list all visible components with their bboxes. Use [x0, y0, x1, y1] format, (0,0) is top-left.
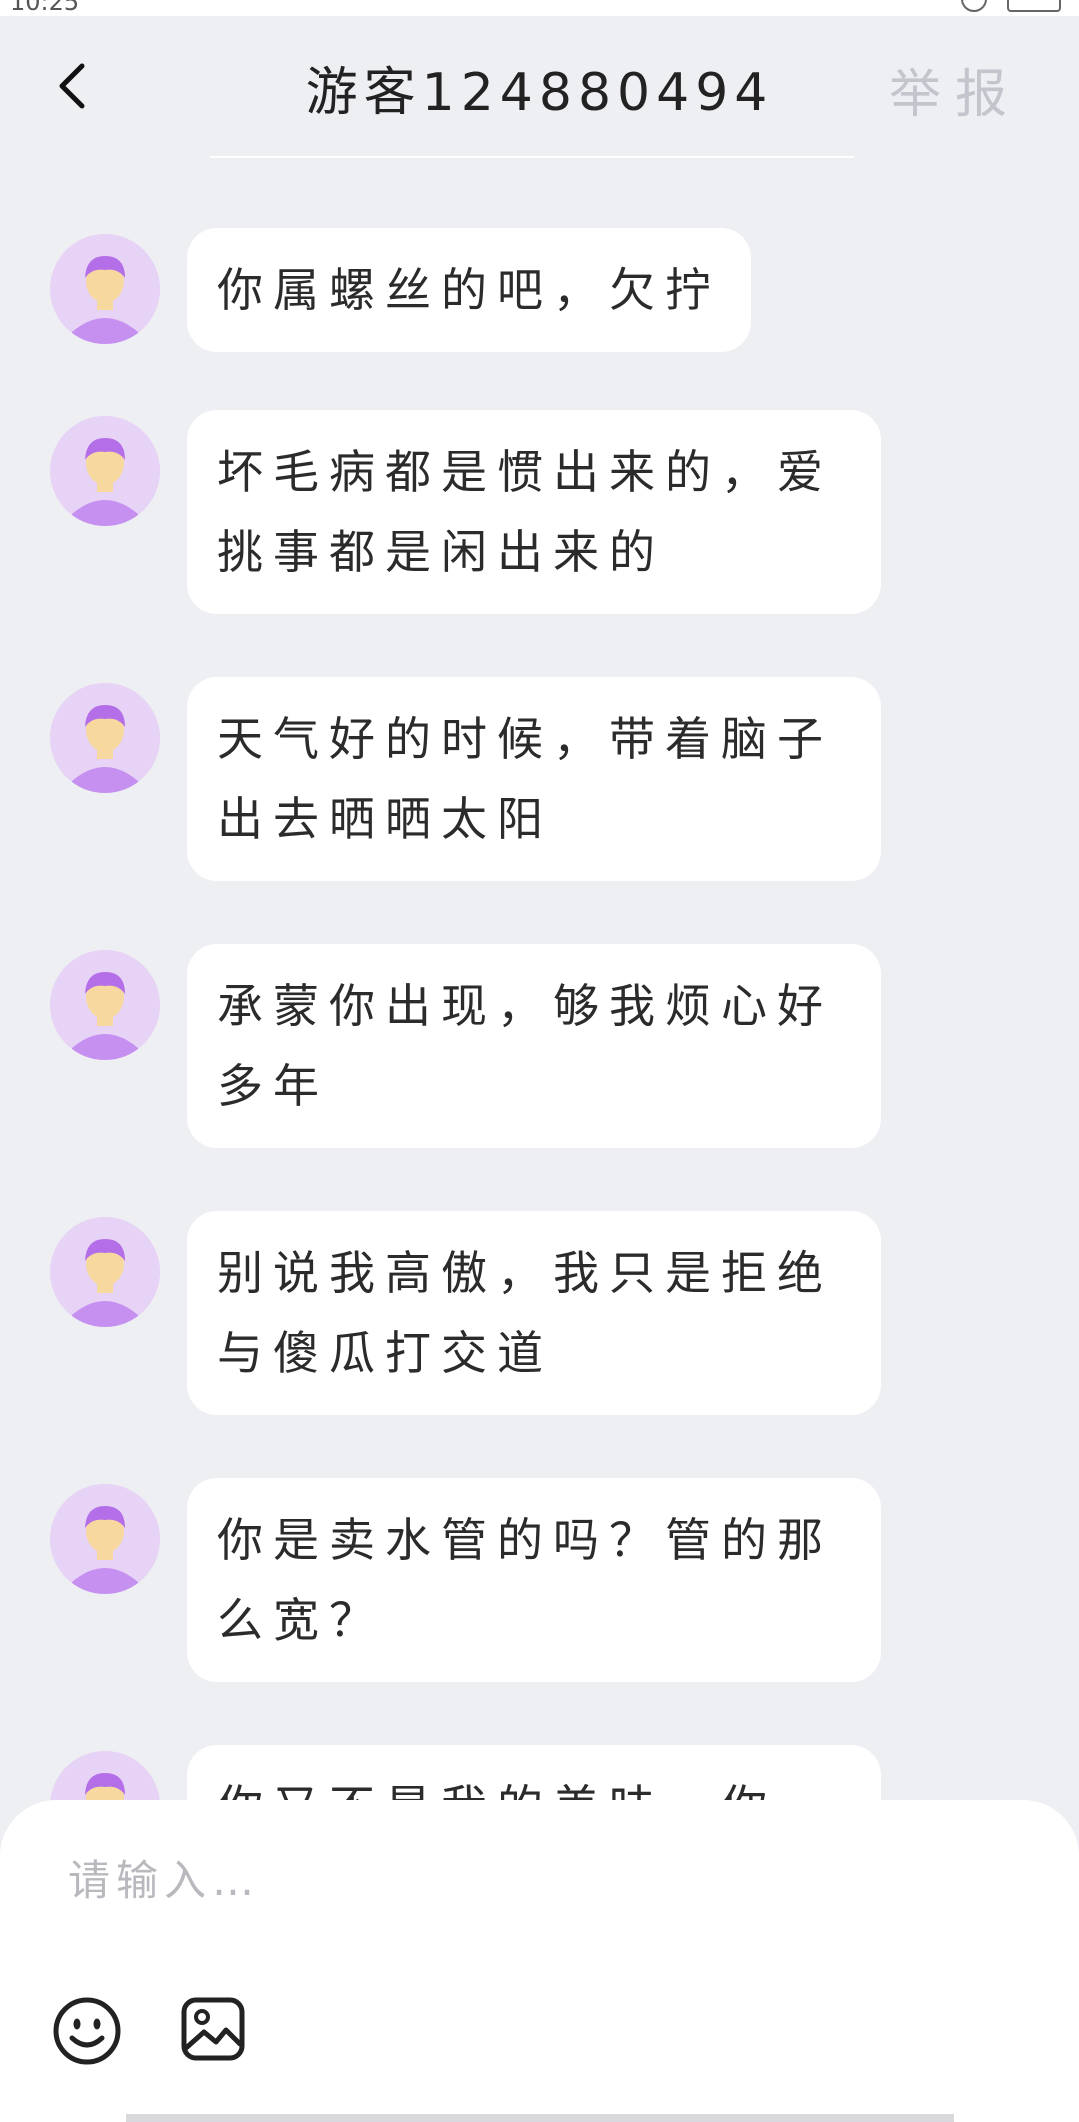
composer — [0, 1800, 1079, 2122]
status-time: 10:25 — [10, 0, 80, 16]
report-button[interactable]: 举报 — [889, 52, 1021, 127]
message-input[interactable] — [68, 1840, 1028, 1920]
avatar[interactable] — [50, 1217, 160, 1327]
user-avatar-icon — [50, 683, 160, 793]
avatar[interactable] — [50, 1751, 160, 1800]
avatar[interactable] — [50, 1484, 160, 1594]
user-avatar-icon — [50, 1217, 160, 1327]
user-avatar-icon — [50, 1751, 160, 1800]
message-bubble[interactable]: 你属螺丝的吧，欠拧 — [187, 228, 751, 352]
keyboard-edge — [126, 2114, 954, 2122]
avatar[interactable] — [50, 683, 160, 793]
message-bubble[interactable]: 你又不是我的美味，你 — [187, 1745, 881, 1800]
user-avatar-icon — [50, 1484, 160, 1594]
message-bubble[interactable]: 坏毛病都是惯出来的，爱挑事都是闲出来的 — [187, 410, 881, 614]
message-list[interactable]: 你属螺丝的吧，欠拧 坏毛病都是惯出来的，爱挑事都是闲出来的 天气好的时候，带着脑 — [0, 160, 1079, 1800]
header-divider — [210, 156, 854, 158]
image-icon — [181, 1997, 245, 2061]
emoji-button[interactable] — [52, 1996, 122, 2066]
message-bubble[interactable]: 天气好的时候，带着脑子出去晒晒太阳 — [187, 677, 881, 881]
status-bar: 10:25 — [0, 0, 1079, 16]
avatar[interactable] — [50, 234, 160, 344]
avatar[interactable] — [50, 416, 160, 526]
battery-icon — [1007, 0, 1061, 12]
alarm-icon — [961, 0, 987, 12]
header: 游客124880494 举报 — [0, 16, 1079, 144]
avatar[interactable] — [50, 950, 160, 1060]
image-button[interactable] — [180, 1996, 246, 2062]
message-bubble[interactable]: 你是卖水管的吗？管的那么宽？ — [187, 1478, 881, 1682]
user-avatar-icon — [50, 234, 160, 344]
message-bubble[interactable]: 承蒙你出现，够我烦心好多年 — [187, 944, 881, 1148]
user-avatar-icon — [50, 950, 160, 1060]
user-avatar-icon — [50, 416, 160, 526]
smiley-icon — [53, 1997, 121, 2065]
message-bubble[interactable]: 别说我高傲，我只是拒绝与傻瓜打交道 — [187, 1211, 881, 1415]
